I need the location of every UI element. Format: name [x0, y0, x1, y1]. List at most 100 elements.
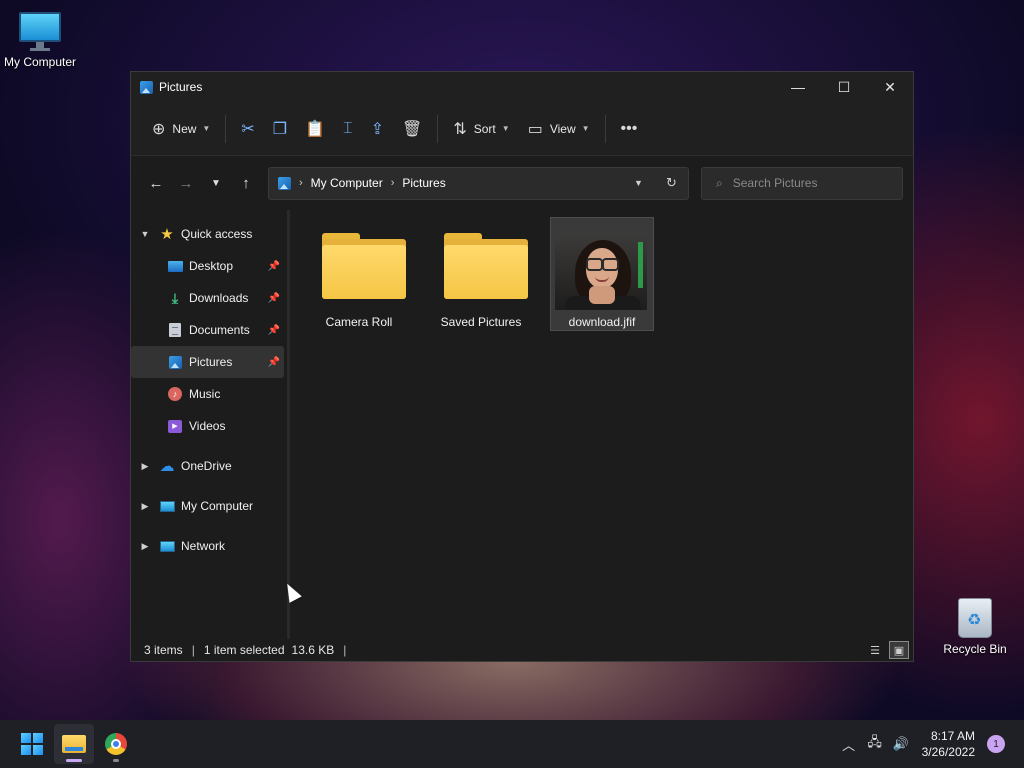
- sidebar-item-videos[interactable]: ▶ Videos: [131, 410, 284, 442]
- rename-button[interactable]: ⌶: [334, 113, 362, 145]
- desktop-icon-label: Recycle Bin: [943, 642, 1007, 656]
- file-name: Saved Pictures: [440, 315, 522, 329]
- file-view[interactable]: Camera Roll Saved Pictures download.jfif: [289, 210, 913, 639]
- chevron-down-icon: ▼: [634, 178, 643, 188]
- paste-button[interactable]: 📋: [296, 113, 334, 145]
- network-status-button[interactable]: 🖧: [862, 729, 888, 759]
- chevron-right-icon[interactable]: ▶: [131, 461, 159, 472]
- show-hidden-icons-button[interactable]: ︿: [836, 729, 862, 759]
- refresh-button[interactable]: ↻: [655, 168, 688, 199]
- network-icon: [159, 540, 175, 552]
- status-bar: 3 items | 1 item selected 13.6 KB | ☰ ▣: [131, 639, 913, 661]
- system-tray: ︿ 🖧 🔊 8:17 AM 3/26/2022 1: [836, 720, 1024, 768]
- file-item-download-jfif[interactable]: download.jfif: [550, 217, 654, 331]
- desktop-icon-recycle-bin[interactable]: ♻ Recycle Bin: [935, 598, 1015, 656]
- file-name: Camera Roll: [325, 315, 393, 329]
- selection-count: 1 item selected: [203, 643, 285, 657]
- sidebar-item-label: Desktop: [189, 259, 234, 273]
- breadcrumb-my-computer[interactable]: My Computer: [311, 176, 383, 190]
- desktop-icon-my-computer[interactable]: My Computer: [0, 12, 80, 69]
- breadcrumb-pictures[interactable]: Pictures: [402, 176, 445, 190]
- view-icon: ▭: [527, 120, 543, 138]
- taskbar-file-explorer[interactable]: [54, 724, 94, 764]
- desktop-icon-label: My Computer: [3, 55, 77, 69]
- share-icon: ⇪: [370, 120, 385, 138]
- sidebar-item-downloads[interactable]: ⤓ Downloads 📌: [131, 282, 284, 314]
- pictures-icon: [168, 355, 182, 369]
- address-bar[interactable]: › My Computer › Pictures ▼ ↻: [268, 166, 689, 200]
- window-title: Pictures: [159, 80, 203, 94]
- chevron-down-icon[interactable]: ▼: [131, 229, 159, 239]
- tiles-view-button[interactable]: ▣: [889, 641, 909, 659]
- sidebar-item-pictures[interactable]: Pictures 📌: [131, 346, 284, 378]
- sidebar-item-label: Videos: [189, 419, 226, 433]
- sort-button[interactable]: ⇅ Sort ▼: [444, 113, 518, 145]
- search-input[interactable]: [732, 176, 883, 190]
- sidebar-item-music[interactable]: ♪ Music: [131, 378, 284, 410]
- selection-size: 13.6 KB: [291, 643, 335, 657]
- clock-date: 3/26/2022: [921, 745, 975, 759]
- cloud-icon: ☁: [159, 458, 175, 475]
- taskbar-chrome[interactable]: [96, 724, 136, 764]
- address-history-button[interactable]: ▼: [622, 168, 655, 199]
- image-thumbnail: [555, 236, 647, 310]
- forward-button[interactable]: →: [171, 168, 201, 198]
- clock[interactable]: 8:17 AM 3/26/2022: [914, 728, 987, 760]
- cut-icon: ✂: [241, 120, 255, 138]
- back-button[interactable]: ←: [141, 168, 171, 198]
- download-icon: ⤓: [171, 289, 179, 306]
- folder-icon: [322, 233, 406, 299]
- notification-badge[interactable]: 1: [987, 735, 1005, 753]
- desktop-icon: [167, 260, 183, 272]
- speaker-icon: 🔊: [892, 736, 909, 751]
- chevron-right-icon: ›: [299, 177, 303, 189]
- volume-button[interactable]: 🔊: [888, 729, 914, 759]
- chevron-down-icon: ▼: [202, 124, 211, 133]
- file-item-camera-roll[interactable]: Camera Roll: [307, 217, 411, 331]
- pin-icon: 📌: [267, 260, 280, 272]
- chevron-right-icon[interactable]: ▶: [131, 541, 159, 552]
- arrow-right-icon: →: [178, 174, 194, 192]
- refresh-icon: ↻: [666, 175, 677, 190]
- details-view-button[interactable]: ☰: [865, 641, 885, 659]
- sidebar-item-label: Pictures: [189, 355, 233, 369]
- sidebar-item-my-computer[interactable]: ▶ My Computer: [131, 490, 284, 522]
- share-button[interactable]: ⇪: [362, 113, 393, 145]
- close-button[interactable]: ✕: [867, 72, 913, 102]
- sidebar-item-label: OneDrive: [181, 459, 232, 473]
- taskbar: ︿ 🖧 🔊 8:17 AM 3/26/2022 1: [0, 720, 1024, 768]
- maximize-button[interactable]: ☐: [821, 72, 867, 102]
- sidebar-item-documents[interactable]: Documents 📌: [131, 314, 284, 346]
- sidebar-item-desktop[interactable]: Desktop 📌: [131, 250, 284, 282]
- star-icon: ★: [160, 226, 174, 243]
- sidebar-item-network[interactable]: ▶ Network: [131, 530, 284, 562]
- command-bar: ⊕ New ▼ ✂ ❐ 📋 ⌶ ⇪ 🗑 ⇅ Sort ▼ ▭ View ▼ ••…: [131, 102, 913, 156]
- minimize-button[interactable]: —: [775, 72, 821, 102]
- start-button[interactable]: [12, 724, 52, 764]
- pin-icon: 📌: [267, 292, 280, 304]
- more-options-button[interactable]: •••: [612, 113, 647, 145]
- paste-icon: 📋: [305, 120, 326, 138]
- cut-button[interactable]: ✂: [232, 113, 263, 145]
- copy-button[interactable]: ❐: [264, 113, 296, 145]
- search-box[interactable]: ⌕: [701, 166, 903, 200]
- monitor-icon: [19, 12, 61, 48]
- chevron-down-icon: ▼: [501, 124, 510, 133]
- pictures-icon: [278, 176, 291, 190]
- clock-time: 8:17 AM: [930, 729, 975, 743]
- delete-button[interactable]: 🗑: [393, 113, 431, 145]
- chevron-right-icon[interactable]: ▶: [131, 501, 159, 512]
- sidebar-item-quick-access[interactable]: ▼ ★ Quick access: [131, 218, 284, 250]
- computer-icon: [159, 500, 175, 512]
- recent-locations-button[interactable]: ▼: [201, 168, 231, 198]
- view-button[interactable]: ▭ View ▼: [519, 113, 599, 145]
- new-button[interactable]: ⊕ New ▼: [143, 113, 219, 145]
- sidebar-item-onedrive[interactable]: ▶ ☁ OneDrive: [131, 450, 284, 482]
- rename-icon: ⌶: [343, 119, 353, 137]
- title-bar[interactable]: Pictures — ☐ ✕: [131, 72, 913, 102]
- up-button[interactable]: ↑: [231, 168, 261, 198]
- chrome-icon: [105, 733, 127, 755]
- search-icon: ⌕: [716, 175, 723, 190]
- file-item-saved-pictures[interactable]: Saved Pictures: [429, 217, 533, 331]
- arrow-up-icon: ↑: [242, 174, 250, 192]
